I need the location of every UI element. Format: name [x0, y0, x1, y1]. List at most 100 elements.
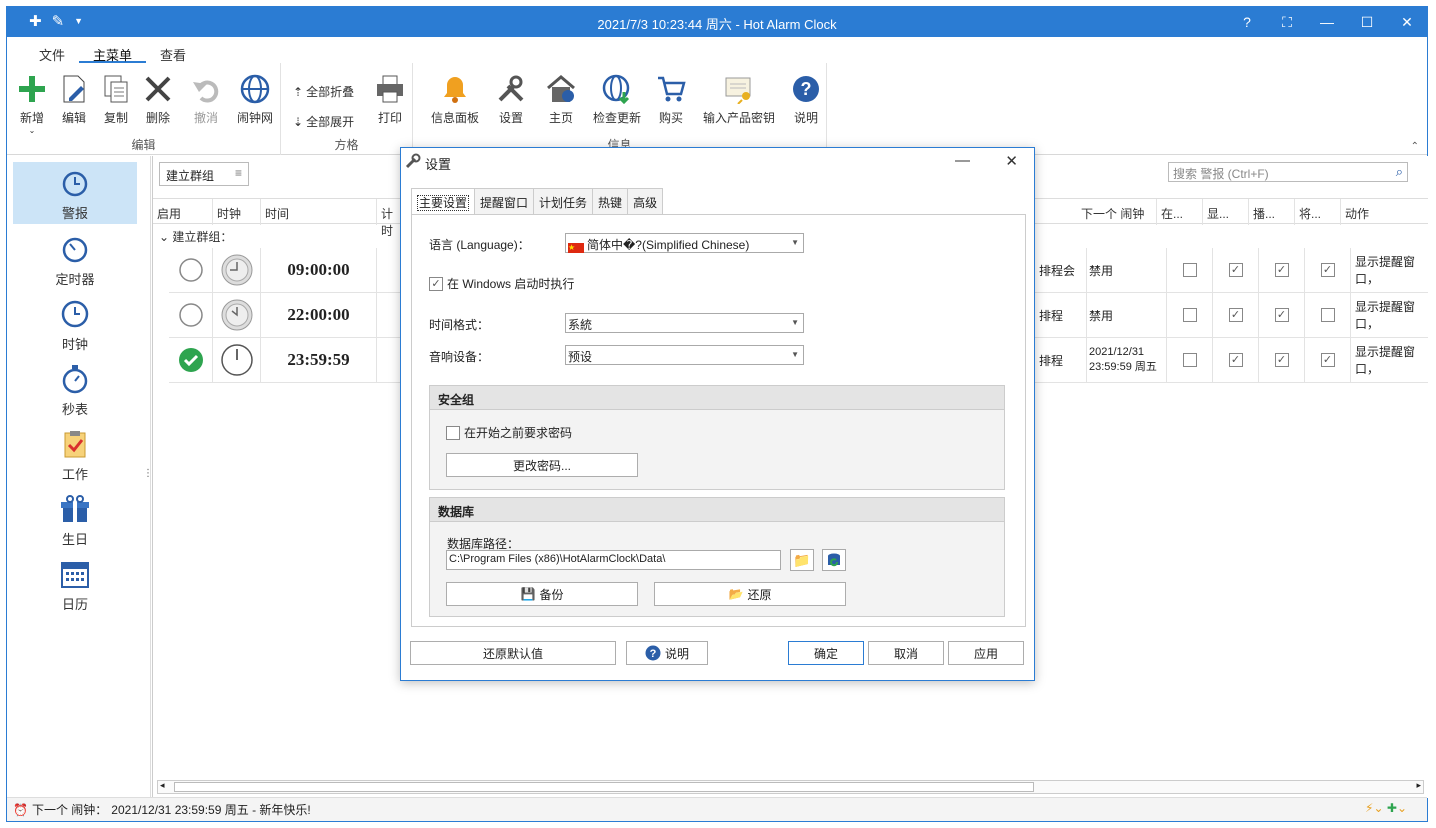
- col-c3[interactable]: 播...: [1249, 199, 1295, 225]
- tab-advanced[interactable]: 高级: [627, 188, 664, 214]
- checkbox[interactable]: [1320, 308, 1335, 322]
- col-next[interactable]: 下一个 闹钟: [1077, 199, 1157, 225]
- checkbox[interactable]: [1182, 308, 1197, 322]
- lightning-icon[interactable]: ⚡⌄ ✚⌄: [1365, 801, 1407, 815]
- buy-button[interactable]: 购买: [653, 73, 689, 126]
- sidebar-item-birthday[interactable]: 生日: [13, 488, 137, 550]
- sidebar-item-alarm[interactable]: 警报: [13, 162, 137, 224]
- checkbox[interactable]: ✓: [1274, 308, 1289, 322]
- alarm-web-button[interactable]: 闹钟网: [233, 73, 277, 126]
- tab-hotkeys[interactable]: 热键: [592, 188, 629, 214]
- apply-button[interactable]: 应用: [948, 641, 1024, 665]
- scroll-left-icon[interactable]: ◂: [160, 780, 165, 791]
- cancel-button[interactable]: 取消: [868, 641, 944, 665]
- col-time[interactable]: 时间: [261, 199, 377, 225]
- delete-button[interactable]: 删除: [141, 73, 175, 126]
- col-action[interactable]: 动作: [1341, 199, 1429, 225]
- group-by-button[interactable]: 建立群组 ≡: [159, 162, 249, 186]
- search-input[interactable]: 搜索 警报 (Ctrl+F) ⌕: [1168, 162, 1408, 182]
- enable-toggle[interactable]: [169, 248, 213, 292]
- enable-toggle[interactable]: [169, 293, 213, 337]
- enter-key-button[interactable]: 输入产品密钥: [697, 73, 781, 126]
- help-window-icon[interactable]: ?: [1227, 7, 1267, 37]
- tab-view[interactable]: 查看: [146, 37, 200, 63]
- require-password-checkbox[interactable]: 在开始之前要求密码: [446, 424, 572, 441]
- scroll-right-icon[interactable]: ▸: [1416, 780, 1421, 791]
- print-button[interactable]: 打印: [373, 73, 407, 126]
- ok-button[interactable]: 确定: [788, 641, 864, 665]
- security-group-title: 安全组: [430, 386, 1004, 410]
- checkbox[interactable]: ✓: [1320, 353, 1335, 367]
- sidebar-item-clock[interactable]: 时钟: [13, 293, 137, 355]
- checkbox[interactable]: [1182, 353, 1197, 367]
- dialog-help-button[interactable]: ? 说明: [626, 641, 708, 665]
- enable-toggle[interactable]: [169, 338, 213, 382]
- col-c4[interactable]: 将...: [1295, 199, 1341, 225]
- audio-device-select[interactable]: 预设 ▼: [565, 345, 804, 365]
- refresh-db-button[interactable]: [822, 549, 846, 571]
- maximize-button[interactable]: ☐: [1347, 7, 1387, 37]
- browse-folder-button[interactable]: 📁: [790, 549, 814, 571]
- sidebar-item-calendar[interactable]: 日历: [13, 553, 137, 615]
- database-path-input[interactable]: C:\Program Files (x86)\HotAlarmClock\Dat…: [446, 550, 781, 570]
- sidebar-item-stopwatch[interactable]: 秒表: [13, 358, 137, 420]
- checkbox[interactable]: ✓: [1320, 263, 1335, 277]
- info-panel-button[interactable]: 信息面板: [427, 73, 483, 126]
- checkbox[interactable]: ✓: [1228, 353, 1243, 367]
- checkbox[interactable]: ✓: [1274, 263, 1289, 277]
- scroll-thumb[interactable]: [174, 782, 1034, 792]
- change-password-button[interactable]: 更改密码...: [446, 453, 638, 477]
- backup-button[interactable]: 💾 备份: [446, 582, 638, 606]
- svg-text:?: ?: [801, 79, 812, 99]
- schedule-text: 排程: [1039, 338, 1087, 382]
- delete-x-icon: [145, 76, 171, 102]
- checkbox[interactable]: [446, 425, 460, 440]
- collapse-ribbon-icon[interactable]: ⌃: [1411, 141, 1419, 152]
- tab-file[interactable]: 文件: [25, 37, 79, 63]
- next-alarm: 禁用: [1087, 248, 1167, 292]
- checkbox[interactable]: ✓: [1274, 353, 1289, 367]
- time-format-select[interactable]: 系統 ▼: [565, 313, 804, 333]
- home-button[interactable]: 主页: [543, 73, 579, 126]
- edit-button[interactable]: 编辑: [57, 73, 91, 126]
- tab-main-settings[interactable]: 主要设置: [411, 188, 476, 216]
- undo-button[interactable]: 撤消: [189, 73, 223, 126]
- wrench-icon: [405, 153, 421, 169]
- col-clock[interactable]: 时钟: [213, 199, 261, 225]
- sidebar-item-timer[interactable]: 定时器: [13, 228, 137, 290]
- language-select[interactable]: ★ 简体中�?(Simplified Chinese) ▼: [565, 233, 804, 253]
- database-group: 数据库 数据库路径： C:\Program Files (x86)\HotAla…: [429, 497, 1005, 617]
- search-icon: ⌕: [1395, 164, 1403, 179]
- tab-scheduled-tasks[interactable]: 计划任务: [533, 188, 594, 214]
- ribbon-group-info: 信息面板 设置 主页 检查更新 购买 输入产品密钥 ? 说明 信息: [413, 63, 827, 155]
- startup-checkbox[interactable]: ✓ 在 Windows 启动时执行: [429, 275, 574, 292]
- checkbox[interactable]: ✓: [1228, 308, 1243, 322]
- dialog-close-button[interactable]: ✕: [1005, 152, 1018, 170]
- checkbox[interactable]: [1182, 263, 1197, 277]
- settings-button[interactable]: 设置: [493, 73, 529, 126]
- fullscreen-icon[interactable]: ⛶: [1267, 7, 1307, 37]
- dialog-minimize-button[interactable]: —: [955, 152, 970, 169]
- settings-panel: 语言 (Language)： ★ 简体中�?(Simplified Chinese…: [411, 214, 1026, 627]
- copy-button[interactable]: 复制: [99, 73, 133, 126]
- col-enable[interactable]: 启用: [153, 199, 213, 225]
- checkbox[interactable]: ✓: [1228, 263, 1243, 277]
- horizontal-scrollbar[interactable]: ◂ ▸: [157, 780, 1424, 794]
- minimize-button[interactable]: —: [1307, 7, 1347, 37]
- close-button[interactable]: ✕: [1387, 7, 1427, 37]
- col-c1[interactable]: 在...: [1157, 199, 1203, 225]
- checkbox[interactable]: ✓: [429, 276, 443, 291]
- expand-all-button[interactable]: ⇣ 全部展开: [293, 113, 354, 130]
- tab-reminder-window[interactable]: 提醒窗口: [474, 188, 535, 214]
- restore-button[interactable]: 📂 还原: [654, 582, 846, 606]
- restore-defaults-button[interactable]: 还原默认值: [410, 641, 616, 665]
- copy-icon: [104, 75, 128, 103]
- help-button[interactable]: ? 说明: [789, 73, 823, 126]
- sidebar-item-task[interactable]: 工作: [13, 423, 137, 485]
- check-update-button[interactable]: 检查更新: [589, 73, 645, 126]
- col-c2[interactable]: 显...: [1203, 199, 1249, 225]
- collapse-all-button[interactable]: ⇡ 全部折叠: [293, 83, 354, 100]
- collapse-icon: ⇡: [293, 84, 304, 99]
- tab-main[interactable]: 主菜单: [79, 37, 147, 63]
- new-button[interactable]: 新增 ⌄: [15, 73, 49, 135]
